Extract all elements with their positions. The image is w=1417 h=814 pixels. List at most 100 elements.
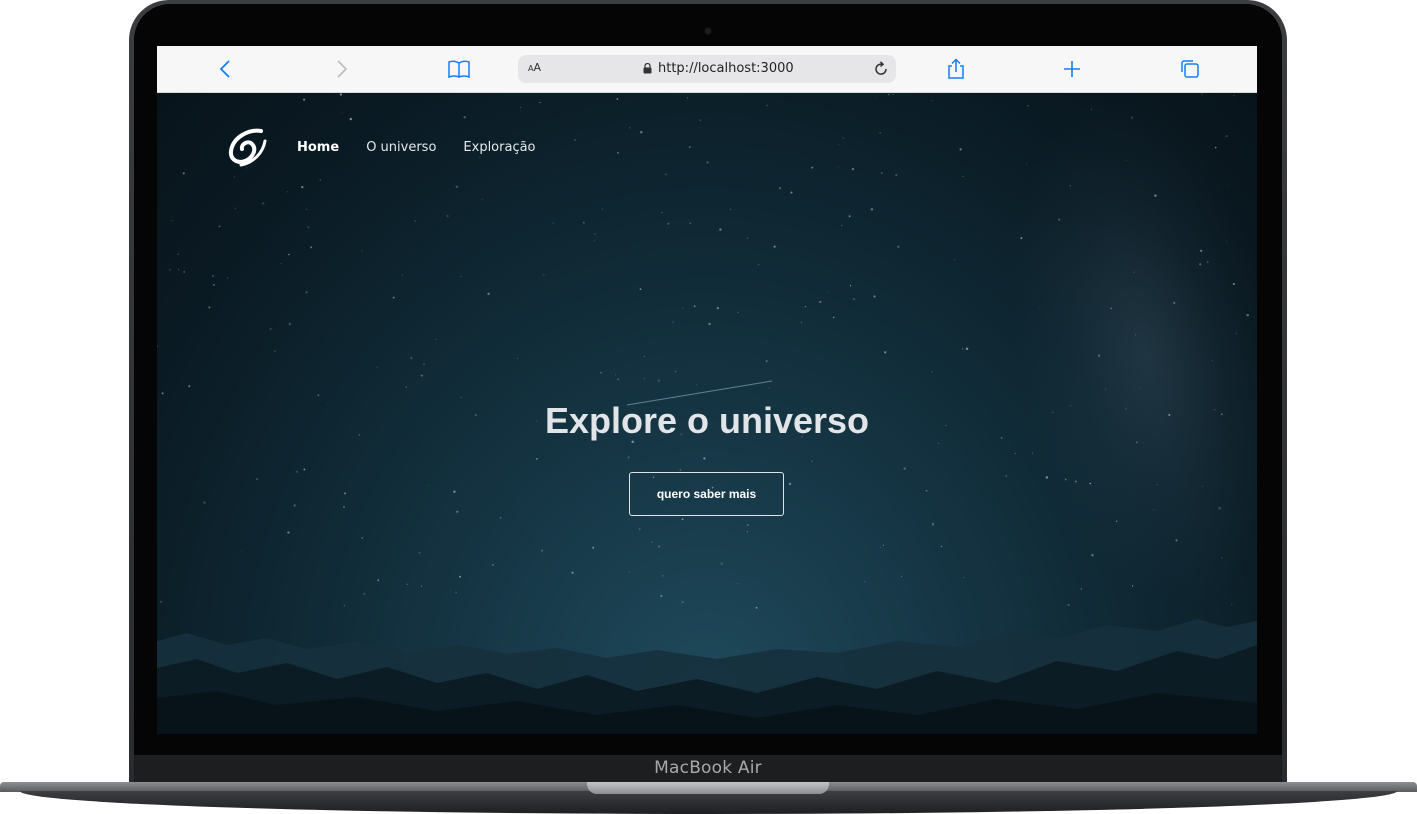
star — [234, 207, 236, 209]
star — [838, 144, 840, 146]
star — [1175, 539, 1178, 542]
star — [594, 240, 595, 242]
star — [405, 386, 408, 389]
forward-icon[interactable] — [330, 58, 354, 80]
star — [1235, 332, 1237, 334]
star — [682, 308, 684, 310]
star — [901, 575, 903, 577]
nav-exploracao[interactable]: Exploração — [463, 140, 535, 155]
star — [1225, 134, 1228, 138]
star — [428, 484, 430, 486]
star — [1226, 241, 1228, 242]
back-icon[interactable] — [213, 58, 237, 80]
star — [1020, 237, 1023, 240]
star — [953, 258, 955, 260]
star — [1154, 194, 1157, 197]
star — [790, 191, 793, 194]
screen: AA http://localhost:3000 Home O universo… — [157, 46, 1257, 734]
nav-home[interactable]: Home — [297, 140, 339, 155]
star — [1045, 476, 1049, 479]
star — [1067, 603, 1070, 606]
star — [640, 130, 643, 134]
star — [361, 537, 364, 539]
star — [842, 137, 845, 139]
star — [1064, 478, 1067, 481]
star — [208, 306, 211, 309]
star — [571, 571, 574, 574]
star — [160, 600, 163, 603]
tabs-icon[interactable] — [1178, 58, 1202, 80]
address-bar[interactable]: AA http://localhost:3000 — [518, 55, 896, 83]
text-size-button[interactable]: AA — [528, 61, 541, 74]
star — [693, 305, 696, 308]
browser-toolbar: AA http://localhost:3000 — [157, 46, 1257, 93]
star — [218, 225, 221, 228]
star — [552, 222, 554, 224]
star — [342, 111, 343, 113]
star — [307, 226, 310, 229]
star — [879, 546, 881, 549]
star — [1089, 482, 1092, 485]
star — [406, 583, 408, 586]
star — [873, 295, 876, 298]
star — [1097, 354, 1101, 357]
star — [455, 185, 458, 188]
star — [730, 208, 732, 210]
star — [1232, 282, 1235, 286]
star — [1032, 452, 1034, 454]
star — [203, 501, 206, 504]
star — [274, 350, 276, 352]
reload-icon[interactable] — [872, 60, 890, 78]
star — [480, 611, 482, 613]
star — [768, 387, 770, 389]
star — [449, 589, 451, 591]
star — [864, 580, 866, 582]
star — [305, 208, 308, 211]
star — [1104, 388, 1107, 390]
star — [679, 469, 681, 471]
star — [800, 321, 802, 323]
star — [293, 504, 296, 507]
star — [1131, 585, 1134, 587]
star — [234, 176, 236, 178]
share-icon[interactable] — [944, 58, 968, 80]
star — [157, 345, 159, 348]
star — [1026, 104, 1029, 107]
star — [643, 378, 645, 380]
star — [188, 385, 191, 388]
star — [459, 575, 462, 578]
star — [1173, 301, 1176, 305]
star — [343, 505, 345, 508]
star — [639, 288, 642, 290]
star — [931, 100, 933, 102]
star — [280, 263, 282, 265]
star — [681, 518, 684, 521]
star — [689, 222, 692, 225]
star — [414, 220, 416, 222]
star — [887, 93, 890, 96]
star — [765, 360, 768, 363]
star — [897, 245, 900, 248]
star — [481, 199, 483, 201]
star — [1246, 313, 1249, 317]
star — [492, 564, 494, 566]
star — [962, 175, 964, 177]
star — [319, 179, 321, 181]
star — [246, 167, 248, 169]
swirl-logo-icon[interactable] — [227, 127, 269, 167]
bookmarks-icon[interactable] — [447, 58, 471, 80]
star — [161, 392, 164, 395]
star — [287, 531, 290, 534]
star — [1125, 159, 1127, 161]
star — [455, 591, 457, 594]
star — [1153, 508, 1155, 510]
star — [592, 546, 595, 549]
star — [1005, 474, 1008, 477]
star — [420, 585, 423, 587]
new-tab-icon[interactable] — [1060, 58, 1084, 80]
nav-o-universo[interactable]: O universo — [366, 140, 436, 155]
star — [617, 378, 620, 381]
star — [644, 355, 645, 357]
star — [895, 174, 898, 176]
learn-more-button[interactable]: quero saber mais — [629, 472, 784, 516]
